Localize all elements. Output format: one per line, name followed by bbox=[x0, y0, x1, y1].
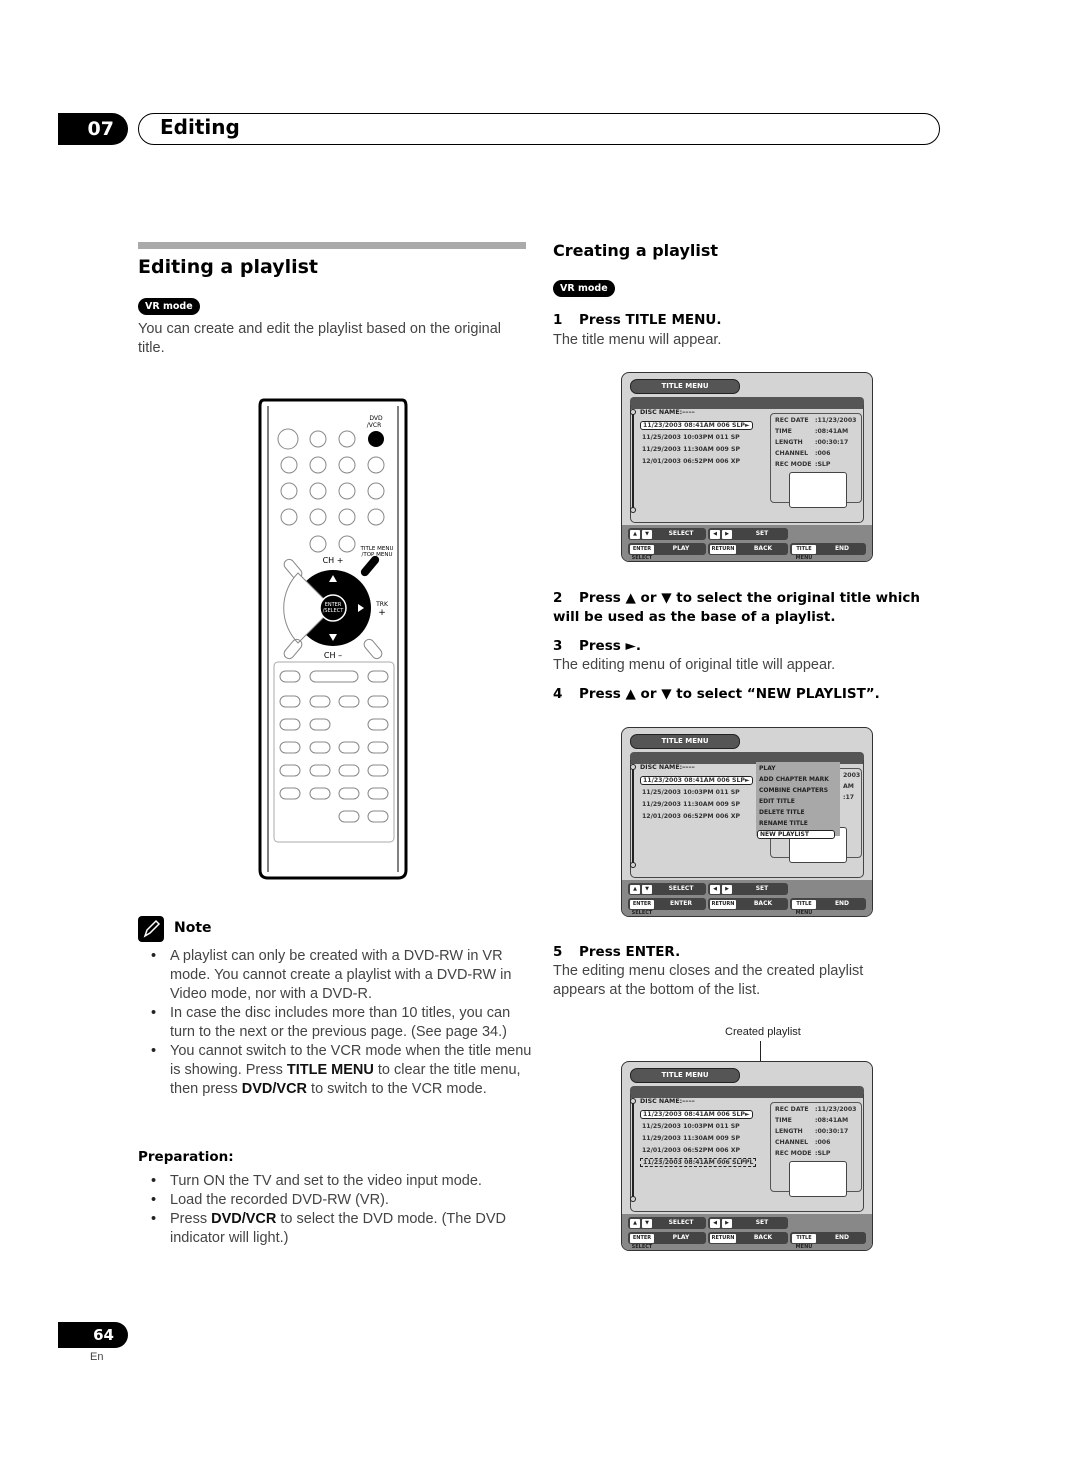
remote-control-illustration: DVD /VCR TITLE MENU /TOP MENU CH + ENTER… bbox=[258, 398, 408, 880]
note-list: A playlist can only be created with a DV… bbox=[138, 947, 533, 1099]
chapter-number: 07 bbox=[58, 113, 128, 145]
title-menu-tab: TITLE MENU bbox=[630, 379, 740, 394]
created-playlist-row[interactable]: 11/23/2003 08:41AM 006 SLPPL bbox=[640, 1158, 757, 1167]
edit-menu-item[interactable]: PLAY bbox=[759, 765, 776, 772]
note-title: Note bbox=[174, 920, 212, 936]
vr-mode-badge: VR mode bbox=[138, 298, 200, 315]
title-info-panel: REC DATE:11/23/2003 TIME:08:41AM LENGTH:… bbox=[770, 413, 862, 508]
edit-menu-item[interactable]: DELETE TITLE bbox=[759, 809, 805, 816]
title-row[interactable]: 11/29/2003 11:30AM 009 SP bbox=[642, 446, 740, 453]
note-item: A playlist can only be created with a DV… bbox=[138, 947, 533, 1004]
preparation-title: Preparation: bbox=[138, 1149, 234, 1165]
vr-mode-badge: VR mode bbox=[553, 280, 615, 297]
svg-text:CH +: CH + bbox=[323, 556, 344, 565]
section-title-editing-playlist: Editing a playlist bbox=[138, 256, 319, 278]
note-item: You cannot switch to the VCR mode when t… bbox=[138, 1042, 533, 1099]
edit-menu-item[interactable]: COMBINE CHAPTERS bbox=[759, 787, 828, 794]
scrollbar bbox=[630, 764, 636, 868]
svg-text:+: + bbox=[378, 608, 386, 618]
thumbnail-image bbox=[789, 472, 847, 508]
page-number: 64 bbox=[58, 1322, 128, 1348]
step-1: 1 Press TITLE MENU. bbox=[553, 312, 722, 328]
language-label: En bbox=[90, 1351, 104, 1363]
title-row[interactable]: 11/23/2003 08:41AM 006 SLP► bbox=[640, 776, 753, 785]
title-row[interactable]: 11/23/2003 08:41AM 006 SLP► bbox=[640, 1110, 753, 1119]
intro-text: You can create and edit the playlist bas… bbox=[138, 321, 502, 356]
title-row[interactable]: 11/29/2003 11:30AM 009 SP bbox=[642, 1135, 740, 1142]
created-playlist-callout: Created playlist bbox=[725, 1026, 801, 1038]
step-2: 2 Press ▲ or ▼ to select the original tit… bbox=[553, 590, 920, 625]
edit-menu-item[interactable]: ADD CHAPTER MARK bbox=[759, 776, 829, 783]
dvd-vcr-label: DVD bbox=[369, 415, 383, 422]
svg-text:TRK: TRK bbox=[375, 601, 389, 608]
preparation-item: Press DVD/VCR to select the DVD mode. (T… bbox=[138, 1210, 533, 1248]
preparation-list: Turn ON the TV and set to the video inpu… bbox=[138, 1172, 533, 1248]
title-menu-screen-1: TITLE MENU DISC NAME:–––– 11/23/2003 08:… bbox=[621, 372, 873, 562]
thumbnail-image bbox=[789, 1161, 847, 1197]
title-menu-screen-3: TITLE MENU DISC NAME:–––– 11/23/2003 08:… bbox=[621, 1061, 873, 1251]
section-title-creating-playlist: Creating a playlist bbox=[553, 241, 719, 260]
edit-menu-item[interactable]: EDIT TITLE bbox=[759, 798, 795, 805]
dpad: ENTER /SELECT bbox=[283, 570, 371, 646]
preparation-item: Turn ON the TV and set to the video inpu… bbox=[138, 1172, 533, 1191]
title-row[interactable]: 11/25/2003 10:03PM 011 SP bbox=[642, 434, 740, 441]
scrollbar bbox=[630, 1098, 636, 1202]
svg-text:/SELECT: /SELECT bbox=[323, 608, 344, 614]
title-row[interactable]: 12/01/2003 06:52PM 006 XP bbox=[642, 813, 740, 820]
preparation-item: Load the recorded DVD-RW (VR). bbox=[138, 1191, 533, 1210]
step-5-desc: The editing menu closes and the created … bbox=[553, 963, 864, 998]
svg-text:/VCR: /VCR bbox=[367, 422, 381, 429]
step-3: 3 Press ►. bbox=[553, 638, 641, 654]
menu-footer: ▲ ▼ SELECT ◀ ▶ SET ENTER SELECT PLAY RETURN BA… bbox=[622, 525, 872, 561]
title-row[interactable]: 11/23/2003 08:41AM 006 SLP► bbox=[640, 421, 753, 430]
menu-footer: ▲ ▼ SELECT ◀ ▶ SET ENTER SELECT PLAY RETURN BA… bbox=[622, 1214, 872, 1250]
chapter-title: Editing bbox=[160, 115, 240, 139]
title-info-panel: REC DATE:11/23/2003 TIME:08:41AM LENGTH:… bbox=[770, 1102, 862, 1197]
title-row[interactable]: 12/01/2003 06:52PM 006 XP bbox=[642, 458, 740, 465]
section-rule bbox=[138, 242, 526, 249]
title-row[interactable]: 11/25/2003 10:03PM 011 SP bbox=[642, 789, 740, 796]
step-1-desc: The title menu will appear. bbox=[553, 332, 722, 348]
title-row[interactable]: 11/29/2003 11:30AM 009 SP bbox=[642, 801, 740, 808]
svg-text:CH –: CH – bbox=[324, 651, 342, 660]
edit-menu-popup: PLAY ADD CHAPTER MARK COMBINE CHAPTERS E… bbox=[756, 762, 840, 839]
title-row[interactable]: 12/01/2003 06:52PM 006 XP bbox=[642, 1147, 740, 1154]
note-pencil-icon bbox=[138, 916, 164, 942]
scrollbar bbox=[630, 409, 636, 513]
step-5: 5 Press ENTER. bbox=[553, 944, 681, 960]
edit-menu-item[interactable]: RENAME TITLE bbox=[759, 820, 808, 827]
edit-menu-item-new-playlist[interactable]: NEW PLAYLIST bbox=[757, 830, 835, 839]
title-row[interactable]: 11/25/2003 10:03PM 011 SP bbox=[642, 1123, 740, 1130]
menu-footer: ▲ ▼ SELECT ◀ ▶ SET ENTER SELECT ENTER RETURN B… bbox=[622, 880, 872, 916]
title-menu-screen-2: TITLE MENU DISC NAME:–––– 11/23/2003 08:… bbox=[621, 727, 873, 917]
step-4: 4 Press ▲ or ▼ to select “NEW PLAYLIST”. bbox=[553, 686, 880, 702]
dvd-vcr-button bbox=[368, 431, 384, 447]
chapter-title-bar bbox=[138, 113, 940, 145]
note-item: In case the disc includes more than 10 t… bbox=[138, 1004, 533, 1042]
step-3-desc: The editing menu of original title will … bbox=[553, 657, 836, 673]
